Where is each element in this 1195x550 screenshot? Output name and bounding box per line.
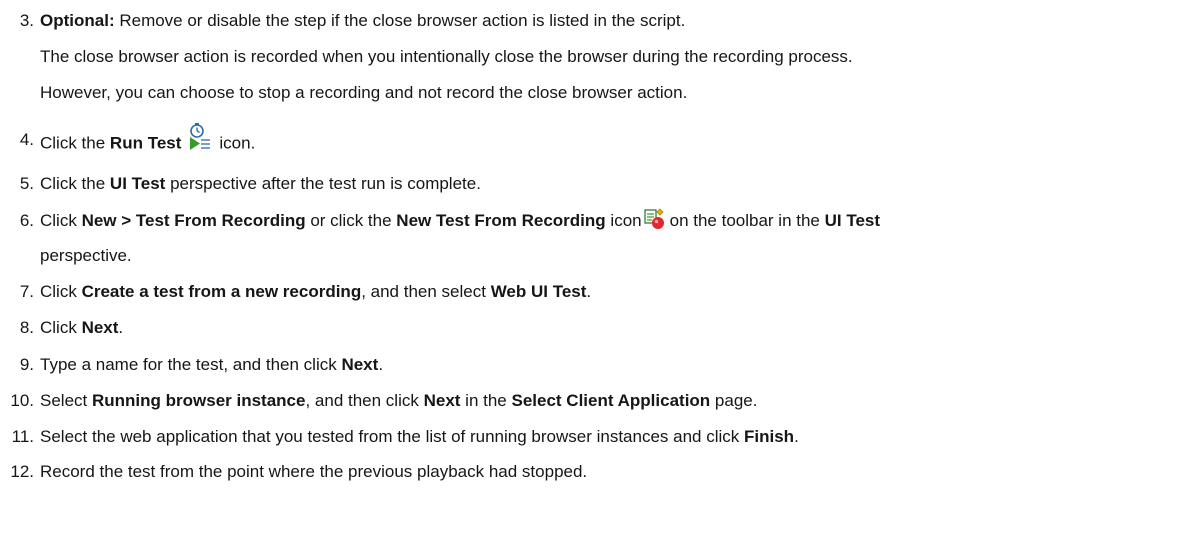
new-test-from-recording-icon xyxy=(643,207,666,230)
step-6-line-2: perspective. xyxy=(40,246,132,265)
step-number: 5. xyxy=(19,174,34,193)
new-test-from-recording-menu-label: New > Test From Recording xyxy=(81,211,306,230)
step-6-pre: Click xyxy=(40,211,82,230)
step-11-pre: Select the web application that you test… xyxy=(40,427,744,446)
step-number: 3. xyxy=(19,11,34,30)
step-4-pre: Click the xyxy=(40,133,110,153)
step-6-mid-2: icon xyxy=(605,211,642,230)
step-number: 8. xyxy=(19,318,34,337)
step-text: Type a name for the test, and then click… xyxy=(40,354,1191,376)
next-label: Next xyxy=(423,391,461,410)
step-6-mid-1: or click the xyxy=(305,211,397,230)
step-text: Click the UI Test perspective after the … xyxy=(40,173,1191,195)
step-7-post: . xyxy=(586,282,592,301)
step-number: 4. xyxy=(19,130,34,149)
finish-label: Finish xyxy=(744,427,795,446)
step-text: Optional: Remove or disable the step if … xyxy=(40,10,1191,32)
next-label: Next xyxy=(81,318,119,337)
step-9-post: . xyxy=(378,355,384,374)
step-9-pre: Type a name for the test, and then click xyxy=(40,355,342,374)
ui-test-perspective-label: UI Test xyxy=(824,211,881,230)
create-test-from-new-recording-label: Create a test from a new recording xyxy=(81,282,362,301)
step-text: Click the Run Test icon. xyxy=(40,123,1191,159)
step-4-post: icon. xyxy=(219,133,256,153)
step-text: Select Running browser instance, and the… xyxy=(40,390,1191,412)
step-number: 11. xyxy=(11,427,34,446)
select-client-application-label: Select Client Application xyxy=(511,391,711,410)
step-10-post: page. xyxy=(710,391,758,410)
step-number: 7. xyxy=(19,282,34,301)
step-text: Select the web application that you test… xyxy=(40,426,1191,448)
step-number: 6. xyxy=(19,211,34,230)
run-test-label: Run Test xyxy=(109,133,182,153)
step-3-note-line-1: The close browser action is recorded whe… xyxy=(40,47,853,66)
step-10-mid-2: in the xyxy=(460,391,512,410)
web-ui-test-label: Web UI Test xyxy=(490,282,587,301)
run-test-icon xyxy=(183,122,213,152)
step-11-post: . xyxy=(794,427,799,446)
ui-test-label: UI Test xyxy=(109,174,166,193)
step-text: Record the test from the point where the… xyxy=(40,462,588,481)
step-text: Click Next. xyxy=(40,317,1191,339)
step-3-text: Remove or disable the step if the close … xyxy=(114,11,686,30)
step-text: Click Create a test from a new recording… xyxy=(40,281,1191,303)
document-body: 3. Optional: Remove or disable the step … xyxy=(0,0,1195,550)
step-7-pre: Click xyxy=(40,282,82,301)
new-test-from-recording-label: New Test From Recording xyxy=(396,211,606,230)
next-label: Next xyxy=(341,355,379,374)
step-7-mid: , and then select xyxy=(361,282,491,301)
step-6-mid-3: on the toolbar in the xyxy=(669,211,825,230)
step-8-pre: Click xyxy=(40,318,82,337)
step-8-post: . xyxy=(118,318,124,337)
step-number: 10. xyxy=(10,391,34,410)
step-number: 9. xyxy=(19,355,34,374)
step-3-note-line-2: However, you can choose to stop a record… xyxy=(40,83,688,102)
step-10-mid: , and then click xyxy=(305,391,424,410)
step-number: 12. xyxy=(10,462,34,481)
optional-label: Optional: xyxy=(40,11,115,30)
step-5-pre: Click the xyxy=(40,174,110,193)
step-10-pre: Select xyxy=(40,391,92,410)
step-5-post: perspective after the test run is comple… xyxy=(165,174,481,193)
running-browser-instance-label: Running browser instance xyxy=(91,391,306,410)
step-text: Click New > Test From Recording or click… xyxy=(40,207,1191,233)
